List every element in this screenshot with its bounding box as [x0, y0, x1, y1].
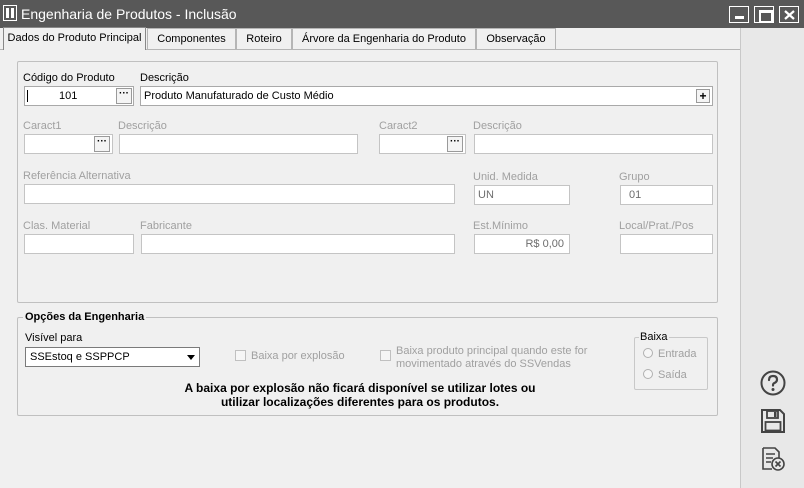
- help-icon[interactable]: [760, 370, 786, 396]
- fabricante-field[interactable]: [141, 234, 455, 254]
- grupo-label: Grupo: [619, 171, 650, 183]
- caract2-descricao-field[interactable]: [474, 134, 713, 154]
- opcoes-engenharia-title: Opções da Engenharia: [23, 311, 147, 323]
- clas-material-field[interactable]: [24, 234, 134, 254]
- est-minimo-value: R$ 0,00: [525, 238, 564, 250]
- descricao-expand-button[interactable]: +: [696, 89, 710, 103]
- caract1-descricao-label: Descrição: [118, 120, 167, 132]
- referencia-alternativa-field[interactable]: [24, 184, 455, 204]
- descricao-label: Descrição: [140, 72, 189, 84]
- caract2-lookup-button[interactable]: ···: [447, 136, 463, 152]
- grupo-value: 01: [629, 189, 642, 201]
- text-cursor: [27, 90, 28, 102]
- close-button[interactable]: [779, 6, 799, 23]
- local-prat-pos-field[interactable]: [620, 234, 713, 254]
- codigo-label: Código do Produto: [23, 72, 115, 84]
- est-minimo-field: R$ 0,00: [474, 234, 570, 254]
- fabricante-label: Fabricante: [140, 220, 192, 232]
- save-icon[interactable]: [760, 408, 786, 434]
- clas-material-label: Clas. Material: [23, 220, 91, 232]
- baixa-principal-label-line2: movimentado através do SSVendas: [396, 358, 571, 370]
- tab-bar: Dados do Produto Principal Componentes R…: [0, 27, 740, 50]
- entrada-label: Entrada: [658, 348, 697, 360]
- entrada-radio[interactable]: [643, 348, 653, 358]
- descricao-value: Produto Manufaturado de Custo Médio: [144, 90, 334, 102]
- est-minimo-label: Est.Mínimo: [473, 220, 529, 232]
- caract2-field[interactable]: ···: [379, 134, 466, 154]
- window-title: Engenharia de Produtos - Inclusão: [21, 6, 237, 22]
- tab-componentes[interactable]: Componentes: [147, 28, 236, 49]
- title-bar: Engenharia de Produtos - Inclusão: [0, 0, 804, 28]
- baixa-explosao-checkbox[interactable]: [235, 350, 246, 361]
- caract1-field[interactable]: ···: [24, 134, 113, 154]
- caract1-label: Caract1: [23, 120, 62, 132]
- local-prat-pos-label: Local/Prat./Pos: [619, 220, 694, 232]
- grupo-field: 01: [620, 185, 713, 205]
- unid-medida-label: Unid. Medida: [473, 171, 538, 183]
- codigo-lookup-button[interactable]: ···: [116, 88, 132, 104]
- descricao-field[interactable]: Produto Manufaturado de Custo Médio +: [140, 86, 713, 106]
- baixa-explosao-label: Baixa por explosão: [251, 350, 345, 362]
- visivel-para-value: SSEstoq e SSPPCP: [30, 351, 130, 363]
- explosao-note-line2: utilizar localizações diferentes para os…: [220, 395, 500, 409]
- caract1-lookup-button[interactable]: ···: [94, 136, 110, 152]
- unid-medida-field: UN: [474, 185, 570, 205]
- tab-observacao[interactable]: Observação: [476, 28, 556, 49]
- caract2-descricao-label: Descrição: [473, 120, 522, 132]
- app-icon: [3, 5, 17, 21]
- baixa-principal-label-line1: Baixa produto principal quando este for: [396, 345, 588, 357]
- tab-arvore-engenharia[interactable]: Árvore da Engenharia do Produto: [292, 28, 476, 49]
- tab-dados-produto[interactable]: Dados do Produto Principal: [3, 27, 146, 50]
- baixa-group-title: Baixa: [639, 331, 669, 343]
- cancel-document-icon[interactable]: [760, 446, 786, 472]
- visivel-para-select[interactable]: SSEstoq e SSPPCP: [25, 347, 200, 367]
- chevron-down-icon: [183, 348, 199, 366]
- saida-radio[interactable]: [643, 369, 653, 379]
- caract1-descricao-field[interactable]: [119, 134, 358, 154]
- referencia-alternativa-label: Referência Alternativa: [23, 170, 131, 182]
- codigo-value: 101: [59, 90, 78, 102]
- explosao-note-line1: A baixa por explosão não ficará disponív…: [184, 381, 536, 395]
- caract2-label: Caract2: [379, 120, 418, 132]
- baixa-principal-checkbox[interactable]: [380, 350, 391, 361]
- codigo-field[interactable]: 101 ···: [24, 86, 134, 106]
- close-icon: [784, 10, 795, 20]
- maximize-button[interactable]: [754, 6, 774, 23]
- minimize-button[interactable]: [729, 6, 749, 23]
- baixa-group: [634, 337, 708, 390]
- tab-roteiro[interactable]: Roteiro: [236, 28, 292, 49]
- saida-label: Saída: [658, 369, 687, 381]
- unid-medida-value: UN: [478, 189, 494, 201]
- visivel-para-label: Visível para: [25, 332, 83, 344]
